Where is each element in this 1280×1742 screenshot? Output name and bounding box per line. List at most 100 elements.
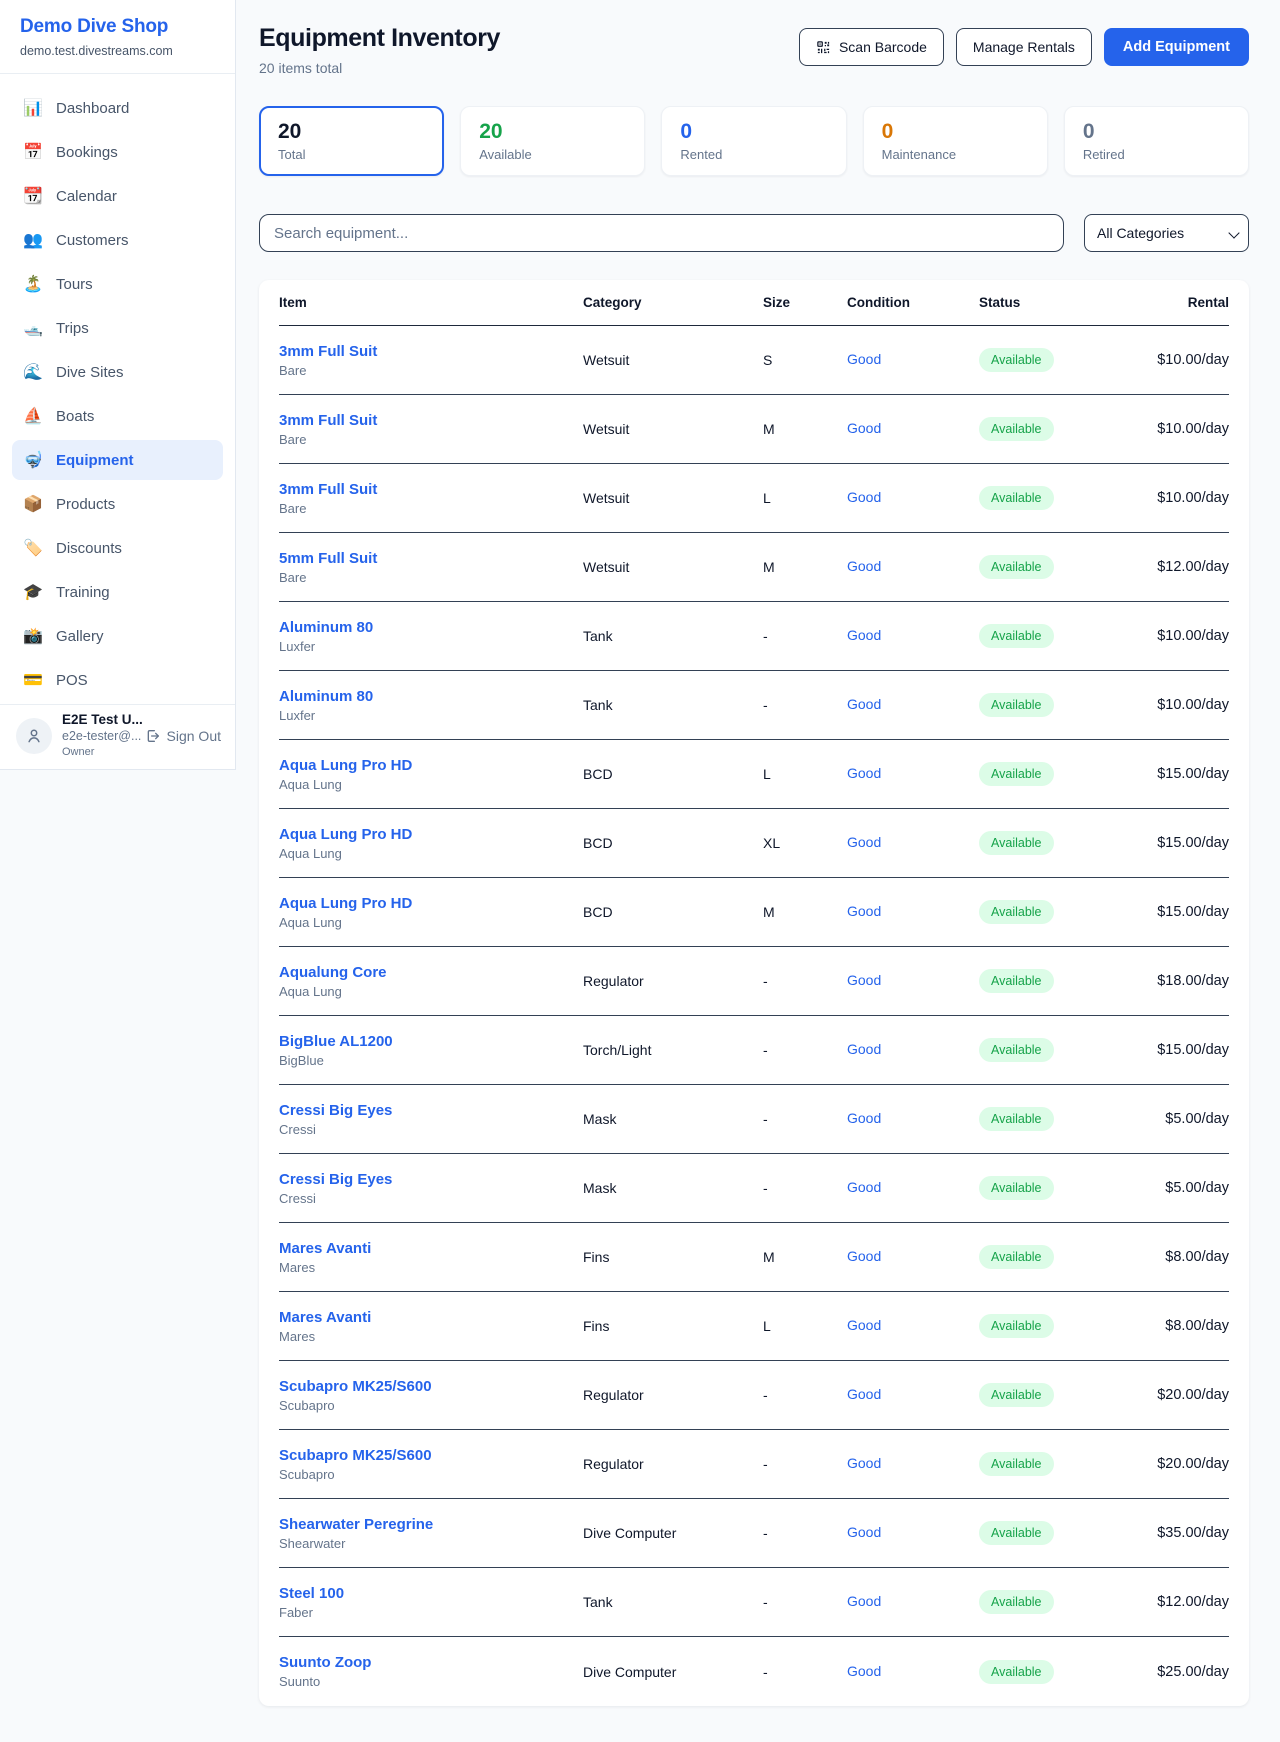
status-badge: Available [979, 1314, 1054, 1338]
motorboat-icon: 🛥️ [22, 318, 44, 338]
condition-link[interactable]: Good [847, 903, 881, 919]
scan-barcode-button[interactable]: Scan Barcode [799, 28, 944, 66]
user-box: E2E Test U... e2e-tester@... Owner Sign … [0, 704, 235, 769]
sidebar-item-customers[interactable]: 👥 Customers [12, 220, 223, 260]
category-cell: Fins [583, 1249, 763, 1265]
sidebar-item-pos[interactable]: 💳 POS [12, 660, 223, 700]
equipment-name-link[interactable]: 3mm Full Suit [279, 481, 583, 498]
search-input[interactable] [259, 214, 1064, 252]
column-header-size: Size [763, 295, 847, 310]
condition-link[interactable]: Good [847, 1317, 881, 1333]
island-icon: 🏝️ [22, 274, 44, 294]
header-actions: Scan Barcode Manage Rentals Add Equipmen… [799, 28, 1249, 66]
condition-link[interactable]: Good [847, 972, 881, 988]
condition-cell: Good [847, 1179, 979, 1197]
sidebar-item-gallery[interactable]: 📸 Gallery [12, 616, 223, 656]
size-cell: M [763, 904, 847, 920]
equipment-name-link[interactable]: Scubapro MK25/S600 [279, 1447, 583, 1464]
sidebar-item-dashboard[interactable]: 📊 Dashboard [12, 88, 223, 128]
equipment-name-link[interactable]: Steel 100 [279, 1585, 583, 1602]
sidebar-item-calendar[interactable]: 📆 Calendar [12, 176, 223, 216]
sidebar-item-equipment[interactable]: 🤿 Equipment [12, 440, 223, 480]
condition-link[interactable]: Good [847, 1110, 881, 1126]
stat-card-retired[interactable]: 0 Retired [1064, 106, 1249, 176]
equipment-brand: Cressi [279, 1122, 583, 1137]
status-badge: Available [979, 624, 1054, 648]
condition-cell: Good [847, 696, 979, 714]
stat-card-total[interactable]: 20 Total [259, 106, 444, 176]
stat-label: Total [278, 147, 425, 162]
rental-cell: $5.00/day [1129, 1111, 1229, 1127]
condition-link[interactable]: Good [847, 765, 881, 781]
condition-link[interactable]: Good [847, 1663, 881, 1679]
status-cell: Available [979, 555, 1129, 579]
condition-link[interactable]: Good [847, 1248, 881, 1264]
equipment-name-link[interactable]: Aqua Lung Pro HD [279, 826, 583, 843]
stat-card-maintenance[interactable]: 0 Maintenance [863, 106, 1048, 176]
size-cell: L [763, 766, 847, 782]
equipment-name-link[interactable]: Scubapro MK25/S600 [279, 1378, 583, 1395]
stat-card-rented[interactable]: 0 Rented [661, 106, 846, 176]
equipment-name-link[interactable]: Mares Avanti [279, 1309, 583, 1326]
equipment-name-link[interactable]: Aqualung Core [279, 964, 583, 981]
condition-link[interactable]: Good [847, 420, 881, 436]
sidebar-item-discounts[interactable]: 🏷️ Discounts [12, 528, 223, 568]
camera-icon: 📸 [22, 626, 44, 646]
equipment-name-link[interactable]: 3mm Full Suit [279, 343, 583, 360]
condition-link[interactable]: Good [847, 834, 881, 850]
add-equipment-button[interactable]: Add Equipment [1104, 28, 1249, 66]
condition-link[interactable]: Good [847, 1593, 881, 1609]
sidebar-item-boats[interactable]: ⛵ Boats [12, 396, 223, 436]
equipment-name-link[interactable]: 3mm Full Suit [279, 412, 583, 429]
equipment-name-link[interactable]: Cressi Big Eyes [279, 1171, 583, 1188]
tag-icon: 🏷️ [22, 538, 44, 558]
condition-link[interactable]: Good [847, 1455, 881, 1471]
sidebar-item-trips[interactable]: 🛥️ Trips [12, 308, 223, 348]
status-cell: Available [979, 831, 1129, 855]
equipment-name-link[interactable]: Cressi Big Eyes [279, 1102, 583, 1119]
stat-card-available[interactable]: 20 Available [460, 106, 645, 176]
condition-link[interactable]: Good [847, 627, 881, 643]
category-cell: Regulator [583, 973, 763, 989]
status-cell: Available [979, 900, 1129, 924]
condition-link[interactable]: Good [847, 489, 881, 505]
equipment-name-link[interactable]: Shearwater Peregrine [279, 1516, 583, 1533]
size-cell: XL [763, 835, 847, 851]
sidebar-item-products[interactable]: 📦 Products [12, 484, 223, 524]
size-cell: - [763, 1042, 847, 1058]
equipment-name-link[interactable]: 5mm Full Suit [279, 550, 583, 567]
manage-rentals-button[interactable]: Manage Rentals [956, 28, 1092, 66]
equipment-brand: Mares [279, 1260, 583, 1275]
equipment-name-link[interactable]: BigBlue AL1200 [279, 1033, 583, 1050]
condition-link[interactable]: Good [847, 1041, 881, 1057]
condition-link[interactable]: Good [847, 1179, 881, 1195]
category-cell: BCD [583, 766, 763, 782]
condition-link[interactable]: Good [847, 351, 881, 367]
category-cell: Wetsuit [583, 559, 763, 575]
category-filter-select[interactable]: All Categories [1084, 214, 1249, 252]
sidebar-item-bookings[interactable]: 📅 Bookings [12, 132, 223, 172]
status-cell: Available [979, 1660, 1129, 1684]
table-row: Cressi Big Eyes Cressi Mask - Good Avail… [279, 1085, 1229, 1154]
condition-link[interactable]: Good [847, 1386, 881, 1402]
equipment-name-link[interactable]: Aqua Lung Pro HD [279, 757, 583, 774]
equipment-name-link[interactable]: Aqua Lung Pro HD [279, 895, 583, 912]
sidebar-item-dive-sites[interactable]: 🌊 Dive Sites [12, 352, 223, 392]
equipment-name-link[interactable]: Suunto Zoop [279, 1654, 583, 1671]
person-icon [25, 727, 43, 745]
condition-link[interactable]: Good [847, 558, 881, 574]
equipment-name-link[interactable]: Aluminum 80 [279, 688, 583, 705]
sidebar-item-training[interactable]: 🎓 Training [12, 572, 223, 612]
condition-link[interactable]: Good [847, 1524, 881, 1540]
equipment-name-link[interactable]: Aluminum 80 [279, 619, 583, 636]
stats-row: 20 Total 20 Available 0 Rented 0 Mainten… [259, 106, 1249, 176]
page-title: Equipment Inventory [259, 24, 500, 53]
sidebar-item-tours[interactable]: 🏝️ Tours [12, 264, 223, 304]
condition-cell: Good [847, 558, 979, 576]
item-cell: Suunto Zoop Suunto [279, 1654, 583, 1689]
sign-out-button[interactable]: Sign Out [145, 728, 221, 744]
sidebar-item-label: Dashboard [56, 100, 129, 117]
condition-link[interactable]: Good [847, 696, 881, 712]
status-cell: Available [979, 969, 1129, 993]
equipment-name-link[interactable]: Mares Avanti [279, 1240, 583, 1257]
